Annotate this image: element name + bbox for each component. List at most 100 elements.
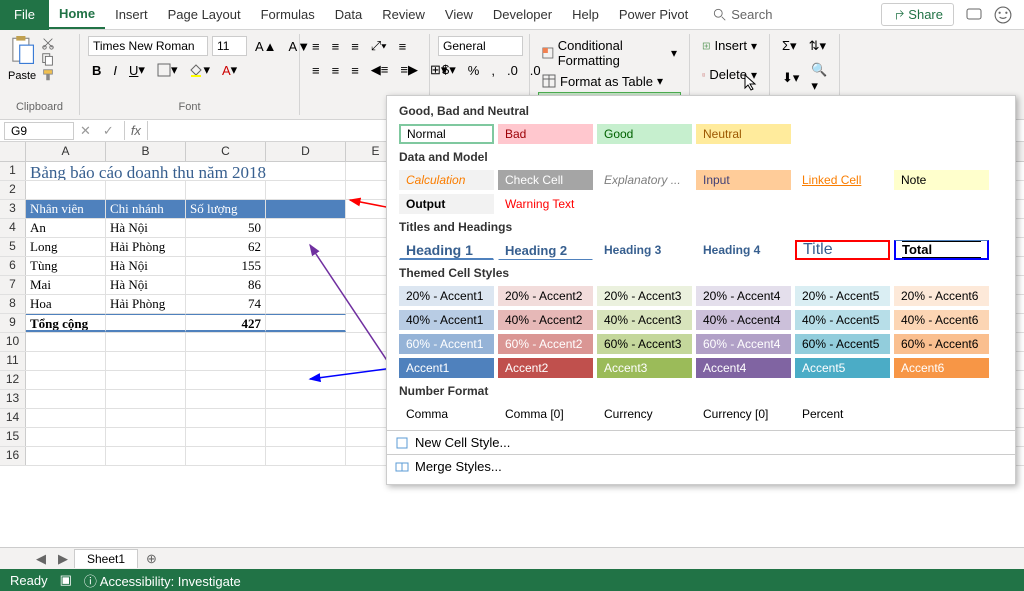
style-normal[interactable]: Normal	[399, 124, 494, 144]
format-painter-icon[interactable]	[40, 68, 56, 82]
align-right-icon[interactable]: ≡	[347, 61, 363, 80]
orientation-icon[interactable]: ⤢▾	[367, 36, 391, 56]
style-accent[interactable]: Accent5	[795, 358, 890, 378]
cell[interactable]: Chi nhánh	[106, 200, 186, 218]
cell[interactable]: 74	[186, 295, 266, 313]
tab-developer[interactable]: Developer	[483, 1, 562, 28]
style-title[interactable]: Title	[795, 240, 890, 260]
style-accent[interactable]: 40% - Accent4	[696, 310, 791, 330]
style-heading2[interactable]: Heading 2	[498, 240, 593, 260]
tab-pagelayout[interactable]: Page Layout	[158, 1, 251, 28]
row-header[interactable]: 5	[0, 238, 26, 256]
style-accent[interactable]: 60% - Accent5	[795, 334, 890, 354]
cell[interactable]: Nhân viên	[26, 200, 106, 218]
format-as-table-button[interactable]: Format as Table ▾	[538, 72, 681, 91]
file-menu[interactable]: File	[0, 0, 49, 30]
style-heading1[interactable]: Heading 1	[399, 240, 494, 260]
search-box[interactable]: Search	[713, 7, 772, 22]
row-header[interactable]: 7	[0, 276, 26, 294]
italic-button[interactable]: I	[109, 61, 121, 80]
row-header[interactable]: 8	[0, 295, 26, 313]
style-percent[interactable]: Percent	[795, 404, 890, 424]
style-total[interactable]: Total	[894, 240, 989, 260]
cell[interactable]: An	[26, 219, 106, 237]
comments-icon[interactable]	[966, 7, 982, 23]
style-accent[interactable]: 20% - Accent4	[696, 286, 791, 306]
style-currency0[interactable]: Currency [0]	[696, 404, 791, 424]
select-all-corner[interactable]	[0, 142, 26, 161]
conditional-formatting-button[interactable]: Conditional Formatting ▾	[538, 36, 681, 70]
underline-button[interactable]: U ▾	[125, 60, 149, 80]
align-center-icon[interactable]: ≡	[328, 61, 344, 80]
number-format-select[interactable]	[438, 36, 523, 56]
style-linked-cell[interactable]: Linked Cell	[795, 170, 890, 190]
fill-icon[interactable]: ⬇▾	[778, 68, 803, 88]
style-accent[interactable]: 60% - Accent1	[399, 334, 494, 354]
row-header[interactable]: 3	[0, 200, 26, 218]
style-accent[interactable]: Accent3	[597, 358, 692, 378]
row-header[interactable]: 4	[0, 219, 26, 237]
increase-font-icon[interactable]: A▲	[251, 37, 281, 56]
tab-help[interactable]: Help	[562, 1, 609, 28]
font-color-button[interactable]: A▾	[218, 60, 241, 80]
wrap-text-icon[interactable]: ≡	[395, 37, 411, 56]
style-accent[interactable]: 60% - Accent3	[597, 334, 692, 354]
style-input[interactable]: Input	[696, 170, 791, 190]
align-bottom-icon[interactable]: ≡	[347, 37, 363, 56]
style-accent[interactable]: Accent2	[498, 358, 593, 378]
row-header[interactable]: 11	[0, 352, 26, 370]
cell[interactable]: Hà Nội	[106, 276, 186, 294]
new-cell-style-button[interactable]: New Cell Style...	[387, 430, 1015, 454]
tab-data[interactable]: Data	[325, 1, 372, 28]
currency-icon[interactable]: $▾	[438, 60, 460, 80]
style-output[interactable]: Output	[399, 194, 494, 214]
tab-powerpivot[interactable]: Power Pivot	[609, 1, 698, 28]
align-middle-icon[interactable]: ≡	[328, 37, 344, 56]
style-accent[interactable]: 20% - Accent1	[399, 286, 494, 306]
macro-record-icon[interactable]: ▣	[60, 572, 72, 588]
cell[interactable]: Bảng báo cáo doanh thu năm 2018	[26, 162, 346, 180]
sheet-nav-icon[interactable]: ▶	[52, 551, 74, 567]
cell[interactable]: 50	[186, 219, 266, 237]
cell[interactable]: 86	[186, 276, 266, 294]
row-header[interactable]: 14	[0, 409, 26, 427]
row-header[interactable]: 15	[0, 428, 26, 446]
bold-button[interactable]: B	[88, 61, 105, 80]
sort-filter-icon[interactable]: ⇅▾	[805, 36, 830, 56]
account-icon[interactable]	[994, 6, 1012, 24]
increase-indent-icon[interactable]: ≡▶	[396, 60, 422, 80]
row-header[interactable]: 2	[0, 181, 26, 199]
style-accent[interactable]: 20% - Accent6	[894, 286, 989, 306]
decrease-indent-icon[interactable]: ◀≡	[367, 60, 393, 80]
cell[interactable]: Long	[26, 238, 106, 256]
cell[interactable]: Số lượng	[186, 200, 266, 218]
col-header-b[interactable]: B	[106, 142, 186, 161]
style-comma[interactable]: Comma	[399, 404, 494, 424]
row-header[interactable]: 13	[0, 390, 26, 408]
increase-decimal-icon[interactable]: .0	[503, 61, 522, 80]
find-icon[interactable]: 🔍▾	[807, 60, 831, 96]
cell[interactable]: 155	[186, 257, 266, 275]
sheet-tab[interactable]: Sheet1	[74, 549, 138, 568]
cancel-formula-icon[interactable]: ✕	[74, 123, 97, 139]
row-header[interactable]: 6	[0, 257, 26, 275]
style-accent[interactable]: 40% - Accent1	[399, 310, 494, 330]
style-explanatory[interactable]: Explanatory ...	[597, 170, 692, 190]
cell[interactable]: Hà Nội	[106, 257, 186, 275]
style-heading3[interactable]: Heading 3	[597, 240, 692, 260]
borders-button[interactable]: ▾	[153, 60, 182, 80]
style-accent[interactable]: 20% - Accent3	[597, 286, 692, 306]
style-warning[interactable]: Warning Text	[498, 194, 593, 214]
sheet-nav-icon[interactable]: ◀	[30, 551, 52, 567]
row-header[interactable]: 12	[0, 371, 26, 389]
font-size-select[interactable]	[212, 36, 247, 56]
tab-review[interactable]: Review	[372, 1, 435, 28]
paste-button[interactable]: Paste	[8, 36, 36, 82]
style-accent[interactable]: 60% - Accent2	[498, 334, 593, 354]
style-bad[interactable]: Bad	[498, 124, 593, 144]
cell[interactable]: 427	[186, 314, 266, 332]
style-accent[interactable]: 40% - Accent5	[795, 310, 890, 330]
style-accent[interactable]: 20% - Accent5	[795, 286, 890, 306]
style-accent[interactable]: 60% - Accent4	[696, 334, 791, 354]
cell[interactable]: Tùng	[26, 257, 106, 275]
